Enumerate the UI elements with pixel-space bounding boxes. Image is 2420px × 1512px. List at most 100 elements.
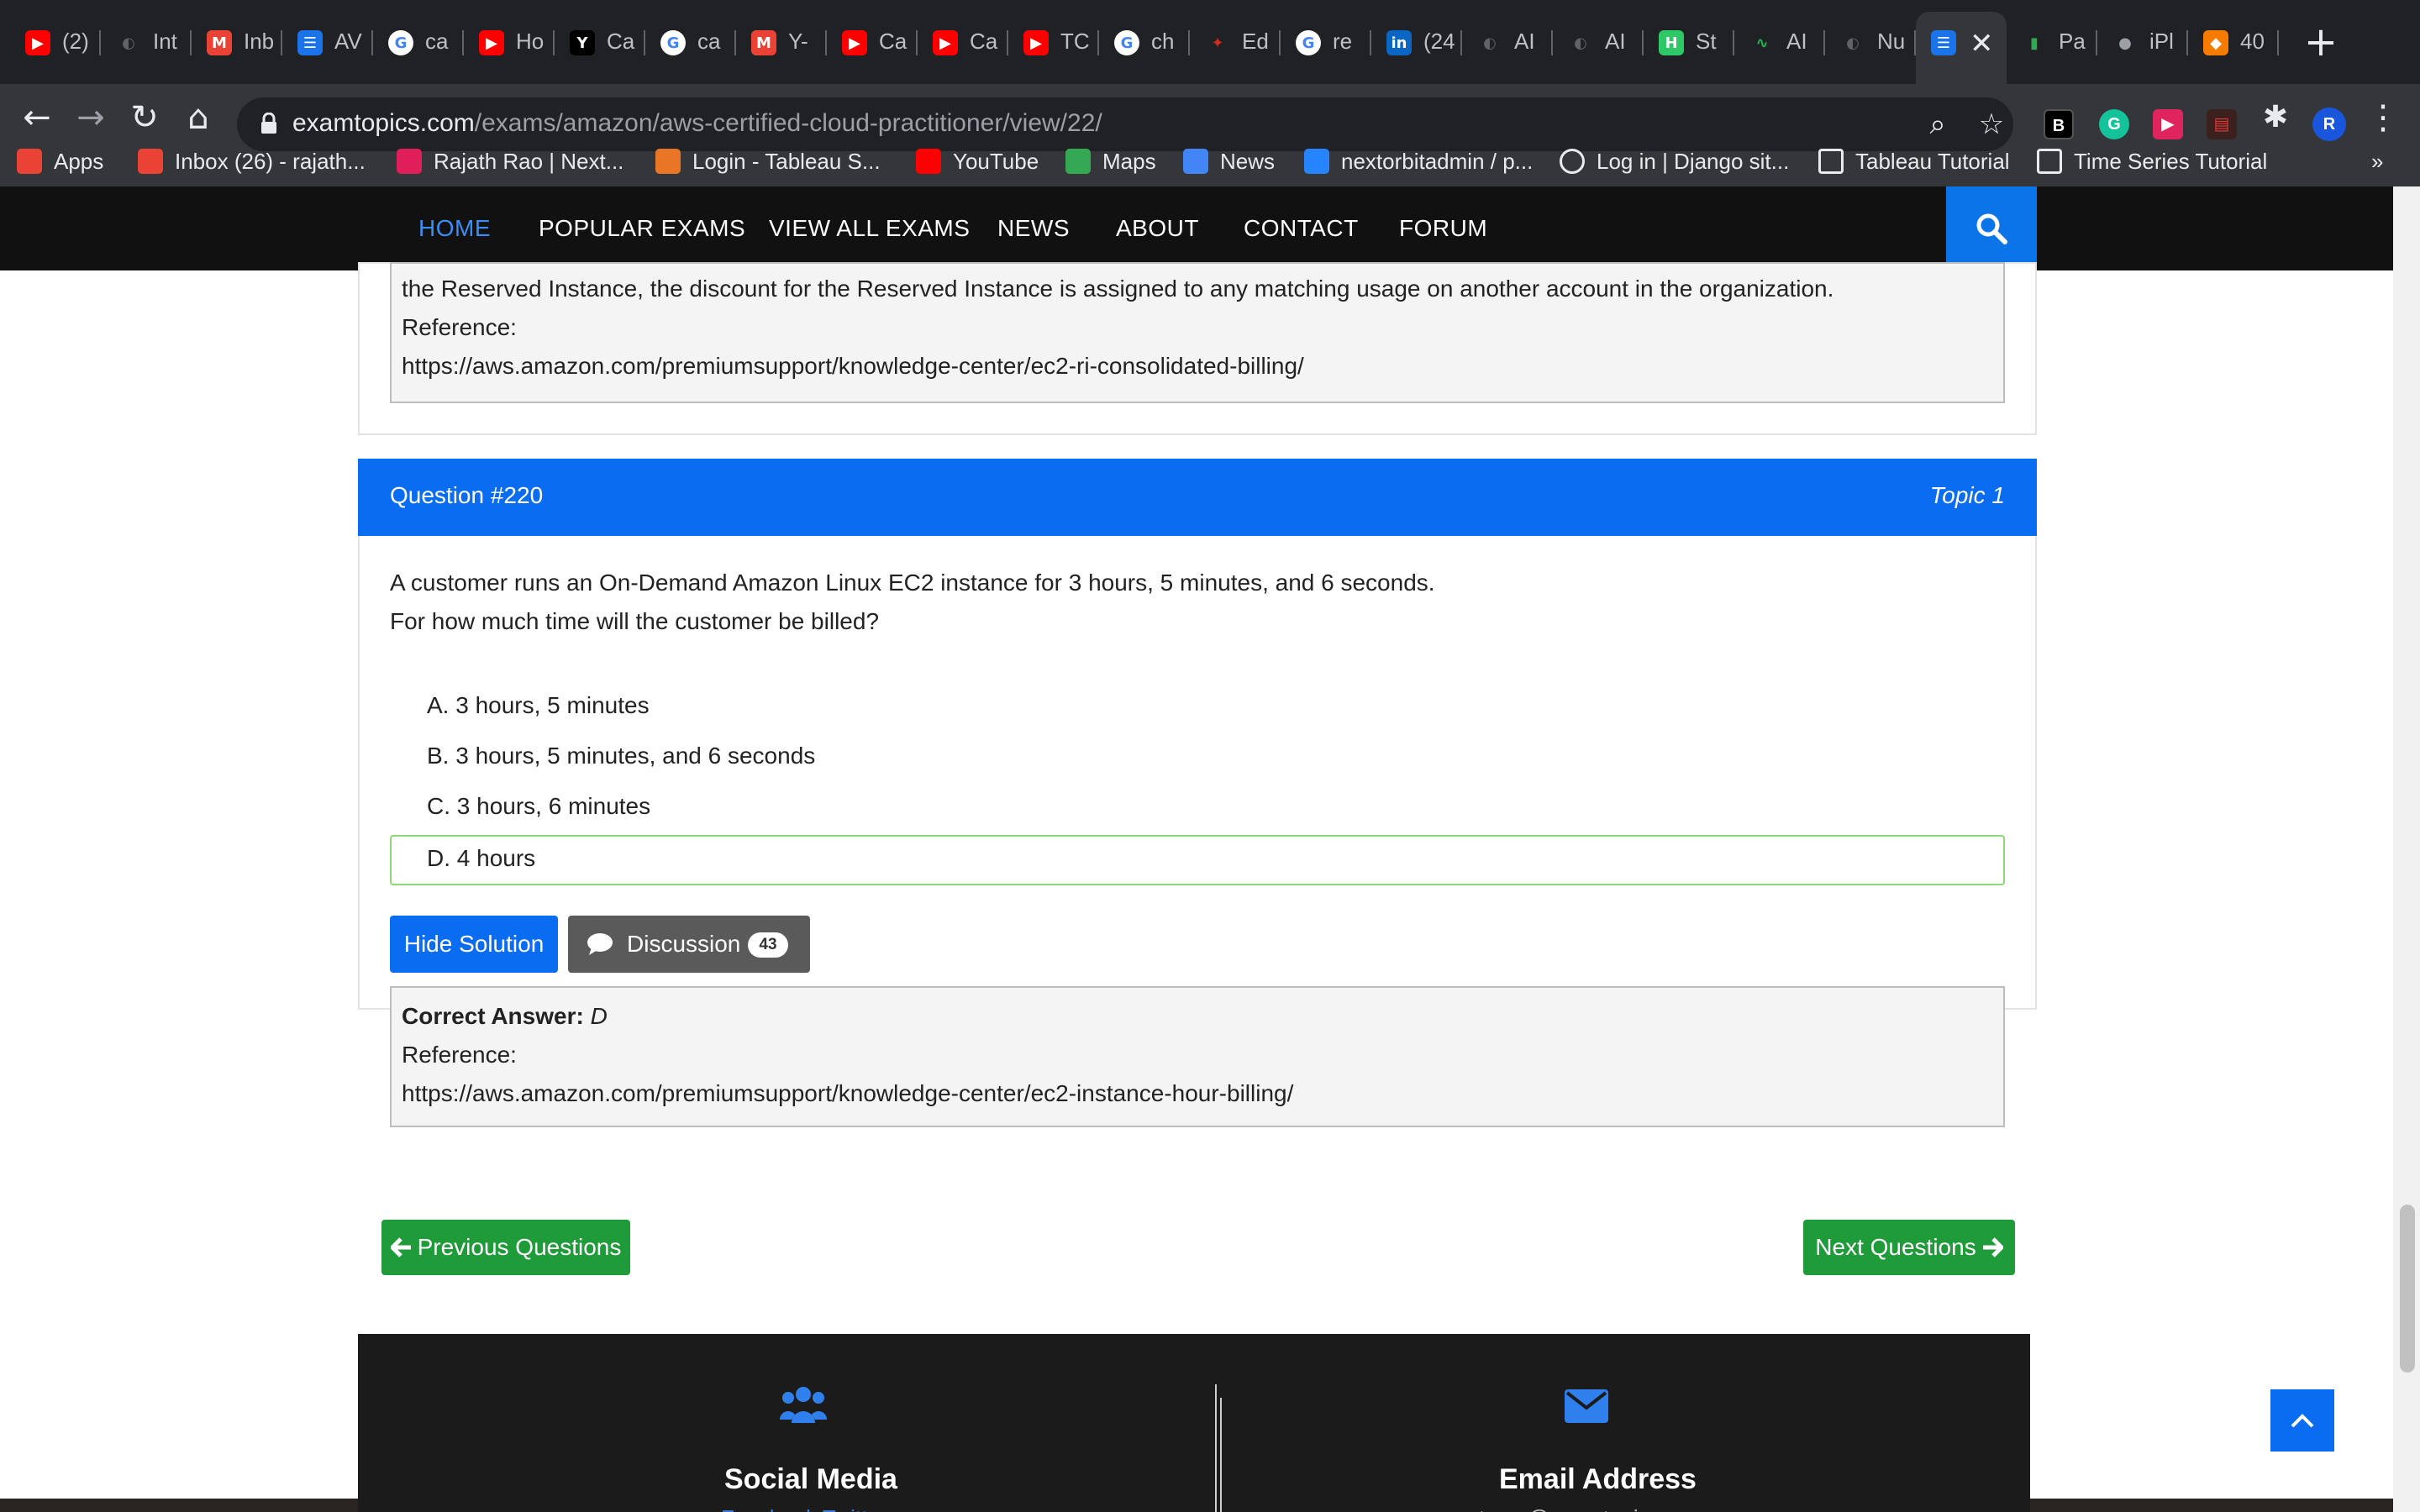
bookmarks-bar: Apps Inbox (26) - rajath... Rajath Rao | N… [0,134,2420,192]
tab-label: AV [334,29,362,54]
bookmark-item[interactable]: Rajath Rao | Next... [397,143,623,180]
bookmark-item[interactable]: Maps [1065,143,1156,180]
main-content: the Reserved Instance, the discount for … [0,262,2393,1512]
scroll-to-top-button[interactable] [2270,1389,2334,1452]
browser-tab[interactable]: ◐ AI [1553,12,1644,72]
bookmark-item[interactable]: Login - Tableau S... [655,143,881,180]
next-questions-button[interactable]: Next Questions [1803,1220,2015,1275]
menu-kebab-icon[interactable]: ⋮ [2363,97,2403,138]
url-path: /exams/amazon/aws-certified-cloud-practi… [474,109,1102,137]
cube-icon: ◆ [2203,30,2228,55]
bookmark-item[interactable]: YouTube [916,143,1039,180]
previous-questions-button[interactable]: Previous Questions [381,1220,630,1275]
browser-tab[interactable]: ☰ AV [282,12,373,72]
bookmark-item[interactable]: Inbox (26) - rajath... [138,143,366,180]
bookmark-item[interactable]: Log in | Django sit... [1560,143,1789,180]
choice-b[interactable]: B. 3 hours, 5 minutes, and 6 seconds [427,743,815,769]
nav-contact[interactable]: CONTACT [1244,215,1359,242]
browser-tab[interactable]: ▶ TC [1008,12,1099,72]
envelope-icon [1565,1389,1608,1423]
browser-tab[interactable]: Gca [373,12,464,72]
footer-divider [1215,1384,1217,1512]
choice-d[interactable]: D. 4 hours [427,845,535,872]
browser-tab[interactable]: M Y- [736,12,827,72]
gmail-icon: M [751,30,776,55]
browser-tab[interactable]: ▶ (2) [10,12,101,72]
correct-choice-highlight [390,835,2005,885]
discussion-button[interactable]: Discussion 43 [568,916,810,973]
browser-tab[interactable]: ∿ AI [1734,12,1825,72]
browser-tab[interactable]: ▶ Ho [464,12,555,72]
browser-tab[interactable]: ☰ ✕ [1916,12,2007,84]
footer-divider-inner [1220,1398,1222,1512]
email-address-value[interactable]: team@examtopics.com [1479,1505,1707,1512]
close-tab-icon[interactable]: ✕ [1970,27,1994,60]
browser-tab[interactable]: ◐ Int [101,12,192,72]
browser-tab[interactable]: ▶ Ca [918,12,1008,72]
choice-c[interactable]: C. 3 hours, 6 minutes [427,793,650,820]
choice-a[interactable]: A. 3 hours, 5 minutes [427,692,650,719]
social-links[interactable]: Facebook Twitter [721,1505,887,1512]
nav-popular-exams[interactable]: POPULAR EXAMS [539,215,745,242]
maple-leaf-icon: ✦ [1211,34,1224,52]
browser-tab[interactable]: ● iPl [2097,12,2188,72]
browser-tab[interactable]: M Inb [192,12,282,72]
youtube-icon: ▶ [479,30,504,55]
bookmark-item[interactable]: News [1183,143,1275,180]
forward-icon[interactable]: → [71,97,111,138]
browser-tab[interactable]: ▮ Pa [2007,12,2097,72]
browser-tab[interactable]: Gch [1099,12,1190,72]
browser-tab[interactable]: ◐ AI [1462,12,1553,72]
bookmark-item[interactable]: Tableau Tutorial [1818,143,2010,180]
extensions-puzzle-icon[interactable]: ✱ [2255,97,2296,138]
comment-icon [587,933,613,955]
tab-label: iPl [2149,29,2174,54]
home-icon[interactable]: ⌂ [178,97,218,138]
page-scrollbar-thumb[interactable] [2400,1205,2415,1373]
discussion-label: Discussion [627,931,741,957]
hide-solution-button[interactable]: Hide Solution [390,916,558,973]
tutorial-icon [1818,149,1844,174]
globe-icon: ◐ [1574,34,1587,52]
browser-tab[interactable]: ◆ 40 [2188,12,2279,72]
google-icon: G [660,30,686,55]
tableau-icon [655,149,681,174]
correct-answer-label: Correct Answer: [402,1003,584,1029]
previous-reference-url[interactable]: https://aws.amazon.com/premiumsupport/kn… [402,353,1304,380]
new-tab-button[interactable]: + [2297,18,2344,66]
reference-url[interactable]: https://aws.amazon.com/premiumsupport/kn… [402,1080,1293,1107]
browser-tab[interactable]: H St [1644,12,1734,72]
bookmark-label: Time Series Tutorial [2074,148,2268,174]
tab-label: ch [1151,29,1175,54]
reload-icon[interactable]: ↻ [124,97,165,138]
bookmark-item[interactable]: Apps [17,143,103,180]
globe-icon: ◐ [1846,34,1860,52]
browser-tab[interactable]: ✦ Ed [1190,12,1281,72]
nav-forum[interactable]: FORUM [1399,215,1487,242]
examtopics-icon: ☰ [297,30,323,55]
tab-label: TC [1060,29,1090,54]
bookmark-label: Inbox (26) - rajath... [175,148,366,174]
bookmark-item[interactable]: Time Series Tutorial [2037,143,2267,180]
bitbucket-icon [1304,149,1329,174]
nav-home[interactable]: HOME [418,215,491,242]
tab-label: 40 [2240,29,2265,54]
browser-tab[interactable]: ▶ Ca [827,12,918,72]
back-icon[interactable]: ← [17,97,57,138]
browser-tab[interactable]: ◐ Nu [1825,12,1916,72]
nav-view-all-exams[interactable]: VIEW ALL EXAMS [769,215,970,242]
browser-tab[interactable]: Gca [645,12,736,72]
browser-tab[interactable]: in (24 [1371,12,1462,72]
browser-tab[interactable]: Y Ca [555,12,645,72]
browser-toolbar: ← → ↻ ⌂ examtopics.com/exams/amazon/aws-… [0,84,2420,202]
slack-icon [397,149,422,174]
youtube-icon: ▶ [25,30,50,55]
search-button[interactable] [1946,186,2037,270]
bookmark-item[interactable]: nextorbitadmin / p... [1304,143,1533,180]
bookmark-label: Tableau Tutorial [1855,148,2010,174]
discussion-count-badge: 43 [748,932,788,958]
browser-tab[interactable]: Gre [1281,12,1371,72]
nav-about[interactable]: ABOUT [1116,215,1199,242]
nav-news[interactable]: NEWS [997,215,1070,242]
bookmarks-overflow-button[interactable]: » [2371,143,2383,180]
